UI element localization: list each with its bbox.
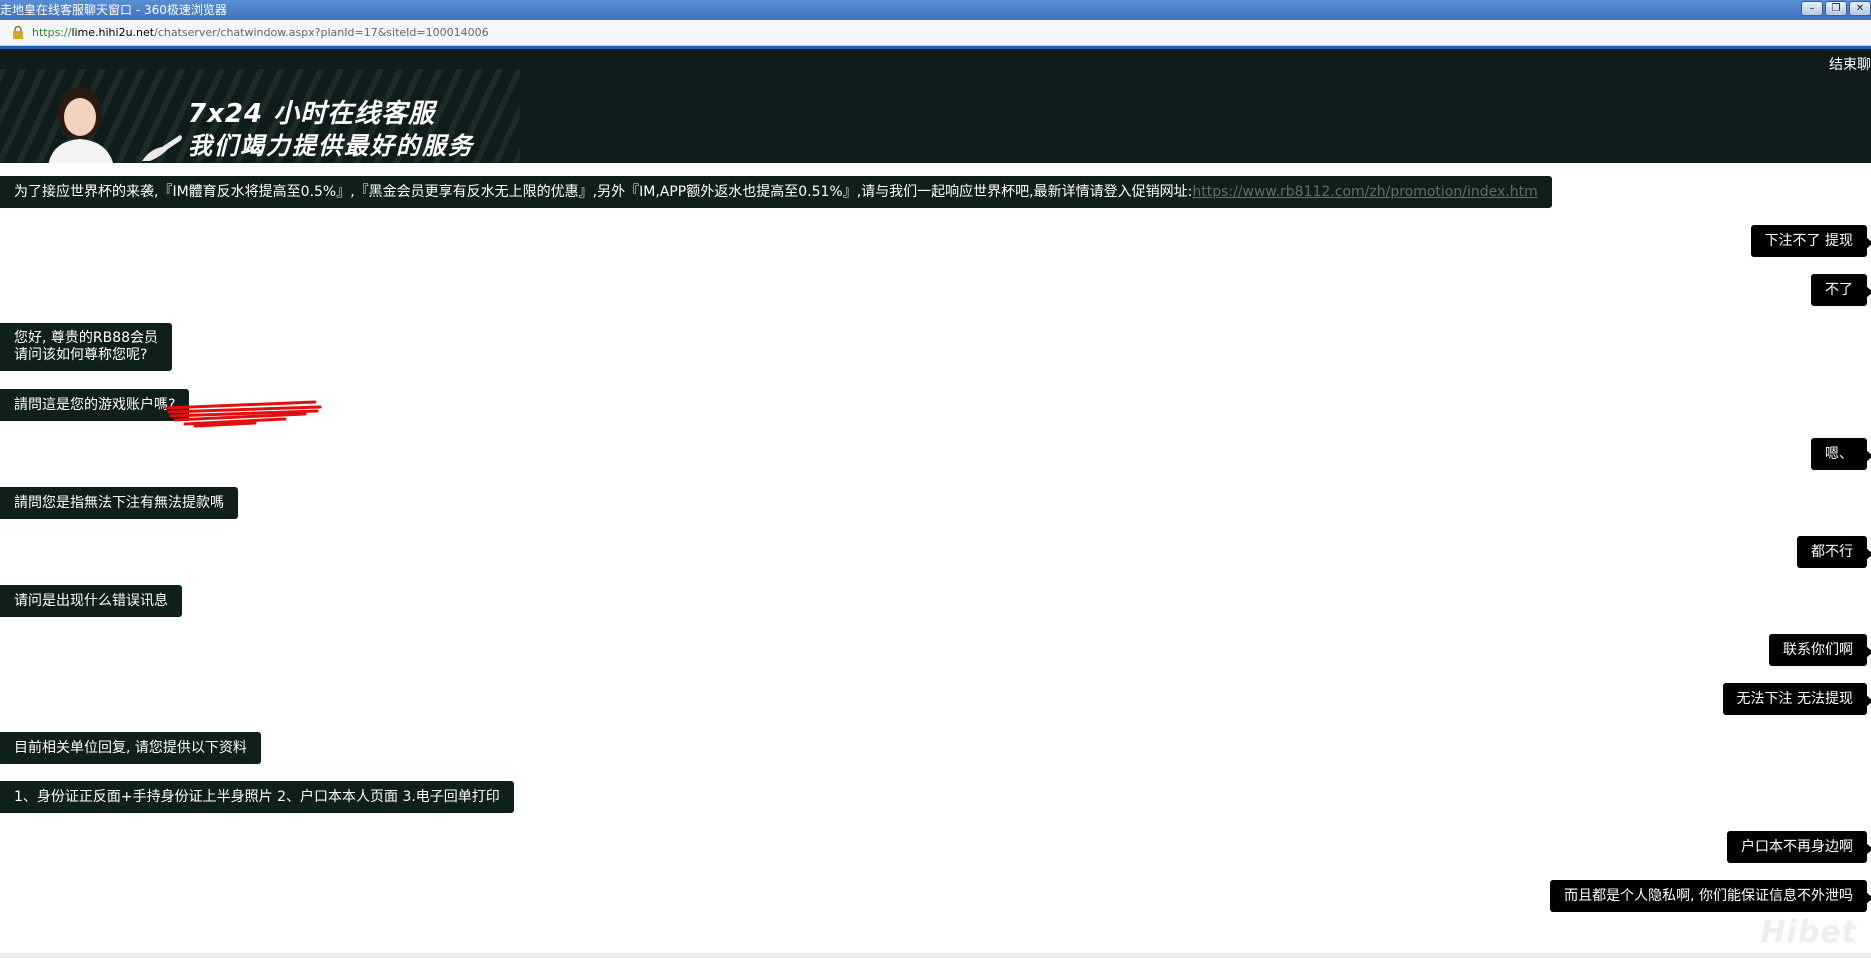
chat-log: 为了接应世界杯的来袭,『IM體育反水将提高至0.5%』,『黑金会员更享有反水无上… xyxy=(0,163,1871,953)
close-button[interactable]: ✕ xyxy=(1849,1,1871,16)
message-agent: 您好, 尊贵的RB88会员 请问该如何尊称您呢? xyxy=(0,323,173,371)
banner-headline: 7x24 小时在线客服 xyxy=(188,99,436,129)
message-agent: 1、身份证正反面+手持身份证上半身照片 2、户口本本人页面 3.电子回单打印 xyxy=(0,781,514,813)
banner-subheadline: 我们竭力提供最好的服务 xyxy=(188,132,474,160)
watermark-logo: Hibet xyxy=(1760,915,1857,950)
window-bottom-border xyxy=(0,953,1871,958)
url-text[interactable]: https://lime.hihi2u.net/chatserver/chatw… xyxy=(32,20,489,46)
redaction-scribble xyxy=(165,400,322,428)
end-chat-button[interactable]: 结束聊 xyxy=(1829,54,1871,74)
address-bar[interactable]: https://lime.hihi2u.net/chatserver/chatw… xyxy=(0,20,1871,46)
message-agent: 请问是出现什么错误讯息 xyxy=(0,585,182,617)
promotion-link[interactable]: https://www.rb8112.com/zh/promotion/inde… xyxy=(1192,184,1537,200)
window-titlebar: 走地皇在线客服聊天窗口 - 360极速浏览器 – ❐ ✕ xyxy=(0,0,1871,20)
chat-banner: 7x24 小时在线客服 我们竭力提供最好的服务 结束聊 xyxy=(0,46,1871,163)
message-user: 嗯、 xyxy=(1811,438,1871,470)
agent-avatar-icon xyxy=(48,87,114,163)
window-title: 走地皇在线客服聊天窗口 - 360极速浏览器 xyxy=(0,3,227,17)
window-controls: – ❐ ✕ xyxy=(1801,1,1871,16)
message-user: 无法下注 无法提现 xyxy=(1722,683,1871,715)
lock-icon xyxy=(13,26,23,39)
message-user: 联系你们啊 xyxy=(1769,634,1871,666)
message-agent: 为了接应世界杯的来袭,『IM體育反水将提高至0.5%』,『黑金会员更享有反水无上… xyxy=(0,176,1552,208)
message-agent: 請問這是您的游戏账户嗎? xyxy=(0,389,190,421)
message-user: 而且都是个人隐私啊, 你们能保证信息不外泄吗 xyxy=(1550,880,1871,912)
message-user: 不了 xyxy=(1811,274,1871,306)
message-user: 下注不了 提现 xyxy=(1750,225,1871,257)
message-user: 户口本不再身边啊 xyxy=(1727,831,1871,863)
restore-button[interactable]: ❐ xyxy=(1825,1,1847,16)
hand-icon xyxy=(142,135,182,161)
message-agent: 請問您是指無法下注有無法提款嗎 xyxy=(0,487,238,519)
message-agent: 目前相关单位回复, 请您提供以下资料 xyxy=(0,732,261,764)
message-user: 都不行 xyxy=(1797,536,1871,568)
minimize-button[interactable]: – xyxy=(1801,1,1823,16)
